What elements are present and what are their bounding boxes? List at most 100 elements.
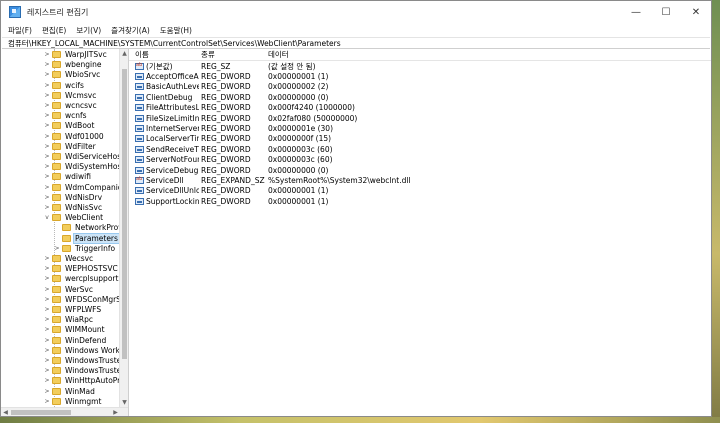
tree-item[interactable]: > WdNisSvc [43,203,103,213]
expand-chevron-icon[interactable]: > [43,255,51,262]
tree-item[interactable]: > WFPLWFS [43,305,102,315]
expand-chevron-icon[interactable]: > [43,194,51,201]
value-row[interactable]: ServiceDll REG_EXPAND_SZ%SystemRoot%\Syst… [129,175,711,185]
tree-item[interactable]: > Wecsvc [43,254,94,264]
tree-item[interactable]: > WdmCompanionF [43,182,128,192]
expand-chevron-icon[interactable]: > [43,82,51,89]
expand-chevron-icon[interactable]: > [43,173,51,180]
tree-item[interactable]: > WdBoot [43,121,95,131]
value-row[interactable]: InternetServerTi...REG_DWORD 0x0000001e (… [129,123,711,133]
expand-chevron-icon[interactable]: > [43,92,51,99]
value-row[interactable]: ServiceDebug REG_DWORD 0x00000000 (0) [129,165,711,175]
expand-chevron-icon[interactable]: > [43,326,51,333]
tree-item[interactable]: > wcnfs [43,111,88,121]
tree-item[interactable]: > wercplsupport [43,274,119,284]
menu-edit[interactable]: 편집(E) [42,25,66,36]
expand-chevron-icon[interactable]: > [43,388,51,395]
address-bar[interactable]: 컴퓨터\HKEY_LOCAL_MACHINE\SYSTEM\CurrentCon… [2,37,710,49]
value-row[interactable]: SupportLocking REG_DWORD 0x00000001 (1) [129,196,711,206]
value-row[interactable]: AcceptOfficeAn...REG_DWORD 0x00000001 (1) [129,71,711,81]
close-button[interactable]: ✕ [681,1,711,23]
tree-item[interactable]: > Windows Workflo [43,345,128,355]
value-row[interactable]: ClientDebug REG_DWORD 0x00000000 (0) [129,92,711,102]
tree-vertical-scroll-thumb[interactable] [122,69,127,359]
expand-chevron-icon[interactable]: > [43,286,51,293]
tree-item[interactable]: NetworkProvid [53,223,128,233]
tree-item[interactable]: > wcifs [43,80,85,90]
expand-chevron-icon[interactable]: > [43,357,51,364]
tree-item[interactable]: > WbioSrvc [43,70,101,80]
tree-horizontal-scrollbar[interactable]: ◀ ▶ [1,407,128,416]
tree-item[interactable]: > WdNisDrv [43,192,103,202]
tree-item[interactable]: > WerSvc [43,284,94,294]
expand-chevron-icon[interactable]: > [43,102,51,109]
expand-chevron-icon[interactable]: > [43,112,51,119]
expand-chevron-icon[interactable]: > [43,204,51,211]
minimize-button[interactable]: — [621,1,651,23]
tree-horizontal-scroll-thumb[interactable] [11,410,71,415]
tree-item[interactable]: > Wcmsvc [43,90,97,100]
expand-chevron-icon[interactable]: > [43,153,51,160]
tree-item[interactable]: > WinDefend [43,335,107,345]
expand-chevron-icon[interactable]: > [43,377,51,384]
maximize-button[interactable]: ☐ [651,1,681,23]
expand-chevron-icon[interactable]: > [43,398,51,405]
collapse-chevron-icon[interactable]: v [43,214,51,221]
tree-item[interactable]: Parameters [53,232,120,244]
value-row[interactable]: FileAttributesLi...REG_DWORD 0x000f4240 (… [129,103,711,113]
expand-chevron-icon[interactable]: > [43,133,51,140]
menu-favorites[interactable]: 즐겨찾기(A) [111,25,150,36]
expand-chevron-icon[interactable]: > [43,306,51,313]
tree-item[interactable]: > wdiwifi [43,172,92,182]
scroll-right-icon[interactable]: ▶ [111,408,120,416]
expand-chevron-icon[interactable]: > [43,316,51,323]
tree-item[interactable]: > WindowsTrustedR [43,366,128,376]
tree-item[interactable]: > WdFilter [43,141,97,151]
expand-chevron-icon[interactable]: > [43,71,51,78]
tree-item[interactable]: > Winmgmt [43,396,102,406]
tree-item[interactable]: > WdiSystemHost [43,162,125,172]
menu-file[interactable]: 파일(F) [8,25,32,36]
scroll-up-icon[interactable]: ▲ [120,49,128,58]
expand-chevron-icon[interactable]: > [53,245,61,252]
expand-chevron-icon[interactable]: > [43,367,51,374]
tree-item[interactable]: > WEPHOSTSVC [43,264,119,274]
tree-item[interactable]: > wcncsvc [43,101,98,111]
tree-item[interactable]: > WinMad [43,386,96,396]
value-row[interactable]: (기본값) REG_SZ (값 설정 안 됨) [129,61,711,71]
expand-chevron-icon[interactable]: > [43,337,51,344]
expand-chevron-icon[interactable]: > [43,265,51,272]
expand-chevron-icon[interactable]: > [43,296,51,303]
tree-item[interactable]: > WFDSConMgrSvc [43,294,128,304]
value-row[interactable]: BasicAuthLevel REG_DWORD 0x00000002 (2) [129,82,711,92]
expand-chevron-icon[interactable]: > [43,275,51,282]
tree-item[interactable]: > WiaRpc [43,315,94,325]
value-row[interactable]: ServiceDllUnloa...REG_DWORD 0x00000001 (1… [129,186,711,196]
value-row[interactable]: LocalServerTime...REG_DWORD 0x0000000f (1… [129,134,711,144]
column-header-data[interactable]: 데이터 [266,49,466,60]
expand-chevron-icon[interactable]: > [43,122,51,129]
value-row[interactable]: FileSizeLimitInB...REG_DWORD 0x02faf080 (… [129,113,711,123]
expand-chevron-icon[interactable]: > [43,143,51,150]
tree-vertical-scrollbar[interactable]: ▲ ▼ [119,49,128,407]
expand-chevron-icon[interactable]: > [43,61,51,68]
value-row[interactable]: SendReceiveTim...REG_DWORD 0x0000003c (60… [129,144,711,154]
expand-chevron-icon[interactable]: > [43,184,51,191]
tree-item[interactable]: > WinHttpAutoProx [43,376,128,386]
scroll-left-icon[interactable]: ◀ [1,408,10,416]
tree-item[interactable]: > WIMMount [43,325,106,335]
scroll-down-icon[interactable]: ▼ [120,398,128,407]
column-header-name[interactable]: 이름 [129,49,199,60]
menu-view[interactable]: 보기(V) [76,25,101,36]
tree-item[interactable]: v WebClient [43,213,104,223]
column-header-type[interactable]: 종류 [199,49,266,60]
menu-help[interactable]: 도움말(H) [160,25,192,36]
tree-item[interactable]: > Wdf01000 [43,131,105,141]
tree-item[interactable]: > WdiServiceHost [43,152,125,162]
tree-item[interactable]: > WindowsTrustedR [43,356,128,366]
expand-chevron-icon[interactable]: > [43,347,51,354]
expand-chevron-icon[interactable]: > [43,51,51,58]
expand-chevron-icon[interactable]: > [43,163,51,170]
value-row[interactable]: ServerNotFound...REG_DWORD 0x0000003c (60… [129,155,711,165]
tree-item[interactable]: > wbengine [43,60,102,70]
